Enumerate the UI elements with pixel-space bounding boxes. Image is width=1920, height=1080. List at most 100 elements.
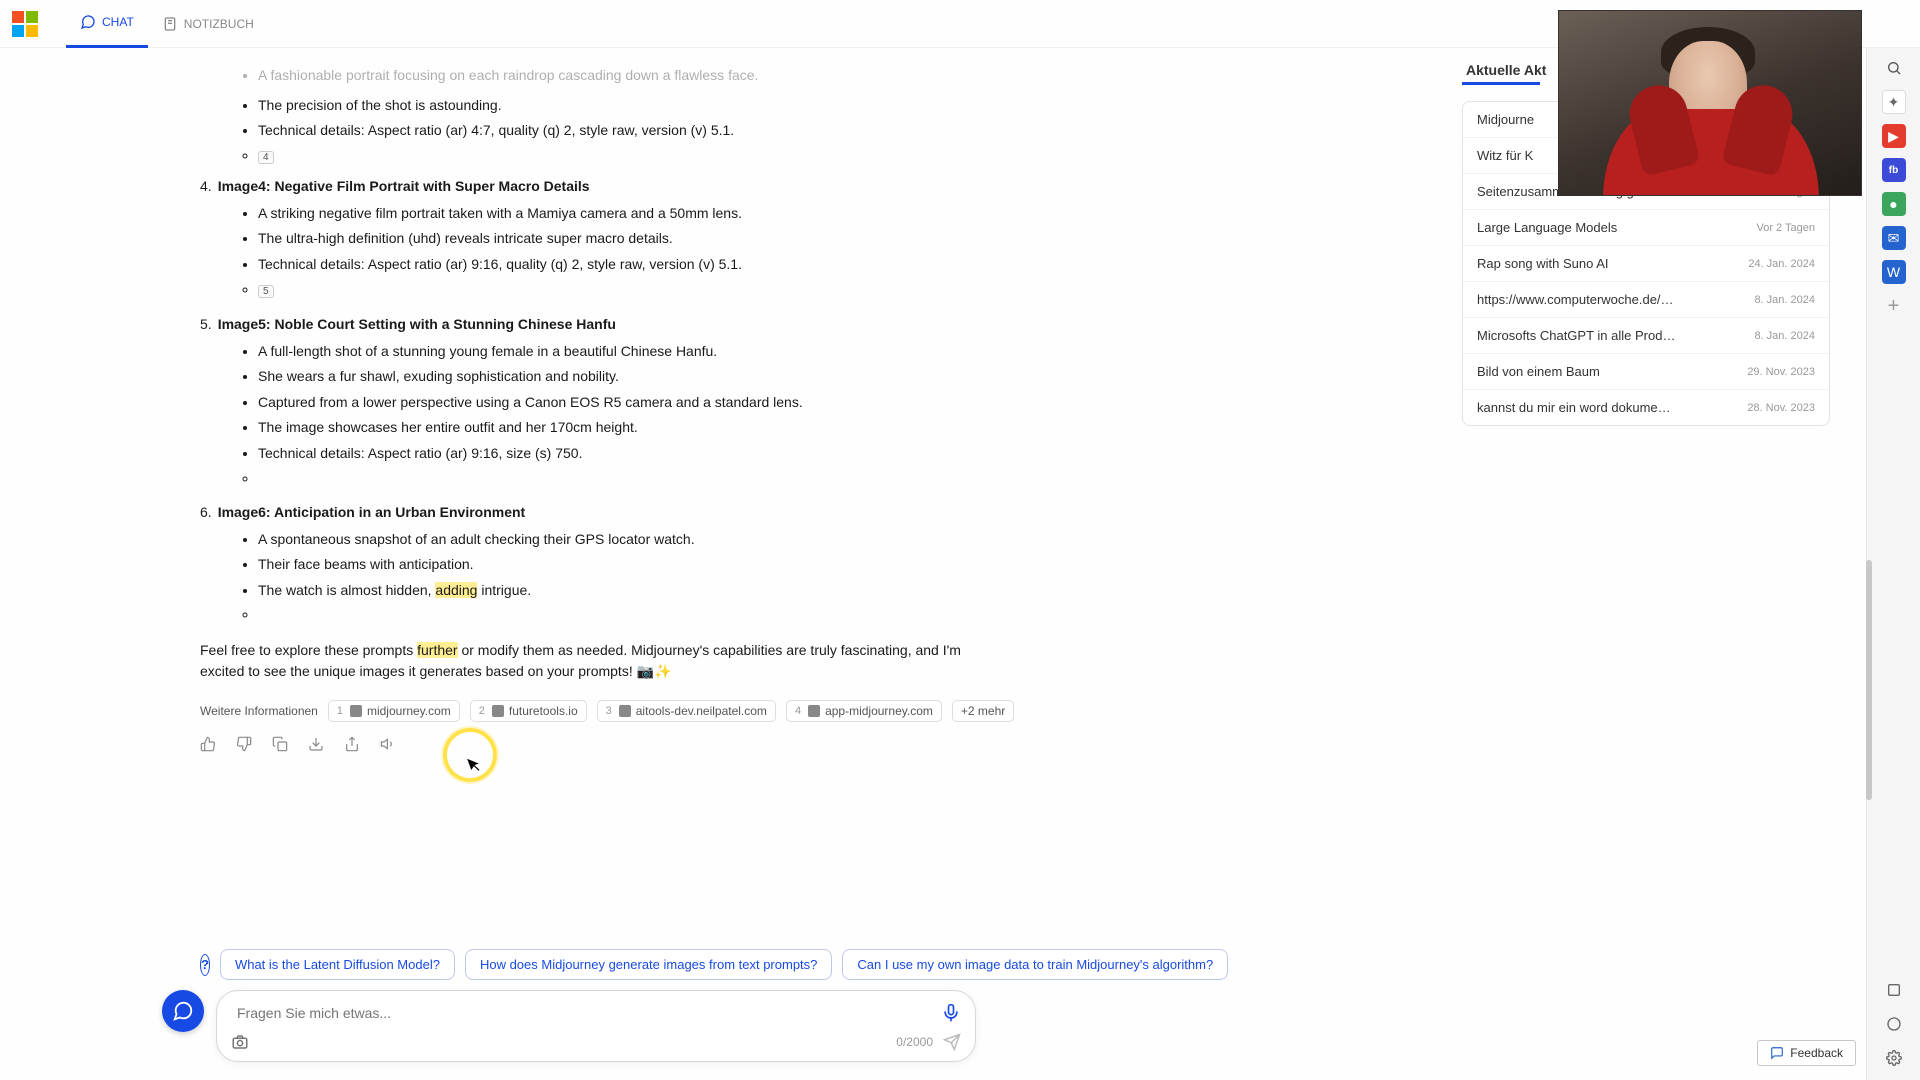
suggestion-pill[interactable]: How does Midjourney generate images from… — [465, 949, 832, 980]
sidebar-app-icon[interactable]: ✦ — [1882, 90, 1906, 114]
suggestion-pill[interactable]: Can I use my own image data to train Mid… — [842, 949, 1228, 980]
new-topic-button[interactable] — [162, 990, 204, 1032]
recent-activity-panel: Aktuelle Akt MidjourneWitz für KSeitenzu… — [1446, 48, 1866, 1080]
chat-input[interactable] — [231, 1001, 941, 1025]
recent-activity-item[interactable]: https://www.computerwoche.de/a/mi 8. Jan.… — [1463, 282, 1829, 318]
list-item: A full-length shot of a stunning young f… — [258, 342, 1246, 362]
image3-ref-row: 4 — [238, 147, 1246, 164]
list-item — [258, 606, 1246, 622]
recent-activity-label: kannst du mir ein word dokument ers — [1477, 400, 1677, 415]
favicon-icon — [619, 705, 631, 717]
scrollbar-track[interactable] — [1866, 0, 1872, 1080]
scrollbar-thumb[interactable] — [1866, 560, 1872, 800]
feedback-button[interactable]: Feedback — [1757, 1040, 1856, 1066]
chat-content-scroll[interactable]: A fashionable portrait focusing on each … — [0, 48, 1446, 1080]
image-title: Image4: Negative Film Portrait with Supe… — [218, 178, 590, 194]
list-item — [258, 470, 1246, 486]
recent-activity-label: Microsofts ChatGPT in alle Produkte in — [1477, 328, 1677, 343]
list-item: Technical details: Aspect ratio (ar) 9:1… — [258, 255, 1246, 275]
recent-activity-date: 24. Jan. 2024 — [1748, 258, 1815, 270]
settings-icon[interactable] — [1882, 1046, 1906, 1070]
sidebar-tool-icon[interactable] — [1882, 978, 1906, 1002]
recent-activity-item[interactable]: Bild von einem Baum 29. Nov. 2023 — [1463, 354, 1829, 390]
recent-activity-item[interactable]: Rap song with Suno AI 24. Jan. 2024 — [1463, 246, 1829, 282]
tab-chat-label: CHAT — [102, 15, 134, 29]
source-pill[interactable]: 1midjourney.com — [328, 700, 460, 722]
feedback-icon — [1770, 1046, 1784, 1060]
list-item: The watch is almost hidden, adding intri… — [258, 581, 1246, 601]
recent-activity-date: 8. Jan. 2024 — [1754, 294, 1815, 306]
source-pill[interactable]: 3aitools-dev.neilpatel.com — [597, 700, 776, 722]
list-item: Technical details: Aspect ratio (ar) 4:7… — [258, 121, 1246, 141]
favicon-icon — [808, 705, 820, 717]
image-search-icon[interactable] — [231, 1033, 249, 1051]
recent-activity-date: Vor 2 Tagen — [1756, 222, 1815, 234]
sidebar-app-icon[interactable]: fb — [1882, 158, 1906, 182]
source-pill[interactable]: 4app-midjourney.com — [786, 700, 942, 722]
recent-activity-label: Bild von einem Baum — [1477, 364, 1600, 379]
list-item: Captured from a lower perspective using … — [258, 393, 1246, 413]
source-pill[interactable]: 2futuretools.io — [470, 700, 587, 722]
ref-badge[interactable]: 4 — [258, 151, 274, 164]
recent-activity-label: Midjourne — [1477, 112, 1534, 127]
list-item: Technical details: Aspect ratio (ar) 9:1… — [258, 444, 1246, 464]
share-icon[interactable] — [344, 736, 362, 752]
recent-activity-item[interactable]: Microsofts ChatGPT in alle Produkte in 8.… — [1463, 318, 1829, 354]
sources-row: Weitere Informationen 1midjourney.com 2fu… — [200, 700, 1246, 722]
favicon-icon — [350, 705, 362, 717]
recent-activity-date: 29. Nov. 2023 — [1747, 366, 1815, 378]
send-icon[interactable] — [943, 1033, 961, 1051]
sources-label: Weitere Informationen — [200, 704, 318, 718]
highlight-word: further — [417, 642, 457, 658]
sidebar-app-icon[interactable]: ▶ — [1882, 124, 1906, 148]
image-title: Image6: Anticipation in an Urban Environ… — [218, 504, 526, 520]
read-aloud-icon[interactable] — [380, 736, 398, 752]
sources-more[interactable]: +2 mehr — [952, 700, 1014, 722]
list-item: She wears a fur shawl, exuding sophistic… — [258, 367, 1246, 387]
list-number: 5. — [200, 316, 212, 332]
tab-notebook[interactable]: NOTIZBUCH — [148, 0, 268, 48]
webcam-overlay — [1558, 10, 1862, 196]
recent-activity-label: Rap song with Suno AI — [1477, 256, 1609, 271]
thumbs-down-icon[interactable] — [236, 736, 254, 752]
favicon-icon — [492, 705, 504, 717]
thumbs-up-icon[interactable] — [200, 736, 218, 752]
download-icon[interactable] — [308, 736, 326, 752]
list-item: The precision of the shot is astounding. — [258, 96, 1246, 116]
sidebar-outlook-icon[interactable]: ✉ — [1882, 226, 1906, 250]
recent-activity-label: Witz für K — [1477, 148, 1533, 163]
feedback-label: Feedback — [1790, 1046, 1843, 1060]
suggestion-pill[interactable]: What is the Latent Diffusion Model? — [220, 949, 455, 980]
copy-icon[interactable] — [272, 736, 290, 752]
microsoft-logo[interactable] — [12, 11, 38, 37]
question-icon: ? — [200, 954, 210, 976]
sidebar-word-icon[interactable]: W — [1882, 260, 1906, 284]
recent-activity-item[interactable]: Large Language ModelsVor 2 Tagen — [1463, 210, 1829, 246]
tab-notebook-label: NOTIZBUCH — [184, 17, 254, 31]
recent-activity-item[interactable]: kannst du mir ein word dokument ers 28. N… — [1463, 390, 1829, 425]
search-icon[interactable] — [1882, 56, 1906, 80]
edge-sidebar: ✦ ▶ fb ● ✉ W + — [1866, 48, 1920, 1080]
tab-chat[interactable]: CHAT — [66, 0, 148, 48]
notebook-icon — [162, 16, 178, 32]
ref-badge[interactable]: 5 — [258, 285, 274, 298]
list-item: 5 — [258, 281, 1246, 298]
main-panel: A fashionable portrait focusing on each … — [0, 48, 1446, 1080]
list-item: A spontaneous snapshot of an adult check… — [258, 530, 1246, 550]
recent-activity-date: 28. Nov. 2023 — [1747, 402, 1815, 414]
list-item: 4 — [258, 147, 1246, 164]
suggestions-row: ? What is the Latent Diffusion Model? How… — [200, 949, 976, 980]
chat-input-area: 0/2000 — [162, 990, 976, 1062]
list-number: 6. — [200, 504, 212, 520]
chat-icon — [80, 14, 96, 30]
microphone-icon[interactable] — [941, 1003, 961, 1023]
sidebar-app-icon[interactable]: ● — [1882, 192, 1906, 216]
recent-activity-date: 8. Jan. 2024 — [1754, 330, 1815, 342]
sidebar-add-icon[interactable]: + — [1882, 294, 1906, 318]
image3-partial: A fashionable portrait focusing on each … — [238, 66, 1246, 86]
image-title: Image5: Noble Court Setting with a Stunn… — [218, 316, 616, 332]
list-item: The ultra-high definition (uhd) reveals … — [258, 229, 1246, 249]
list-item: A fashionable portrait focusing on each … — [258, 66, 1246, 86]
recent-activity-label: https://www.computerwoche.de/a/mi — [1477, 292, 1677, 307]
sidebar-tool-icon[interactable] — [1882, 1012, 1906, 1036]
